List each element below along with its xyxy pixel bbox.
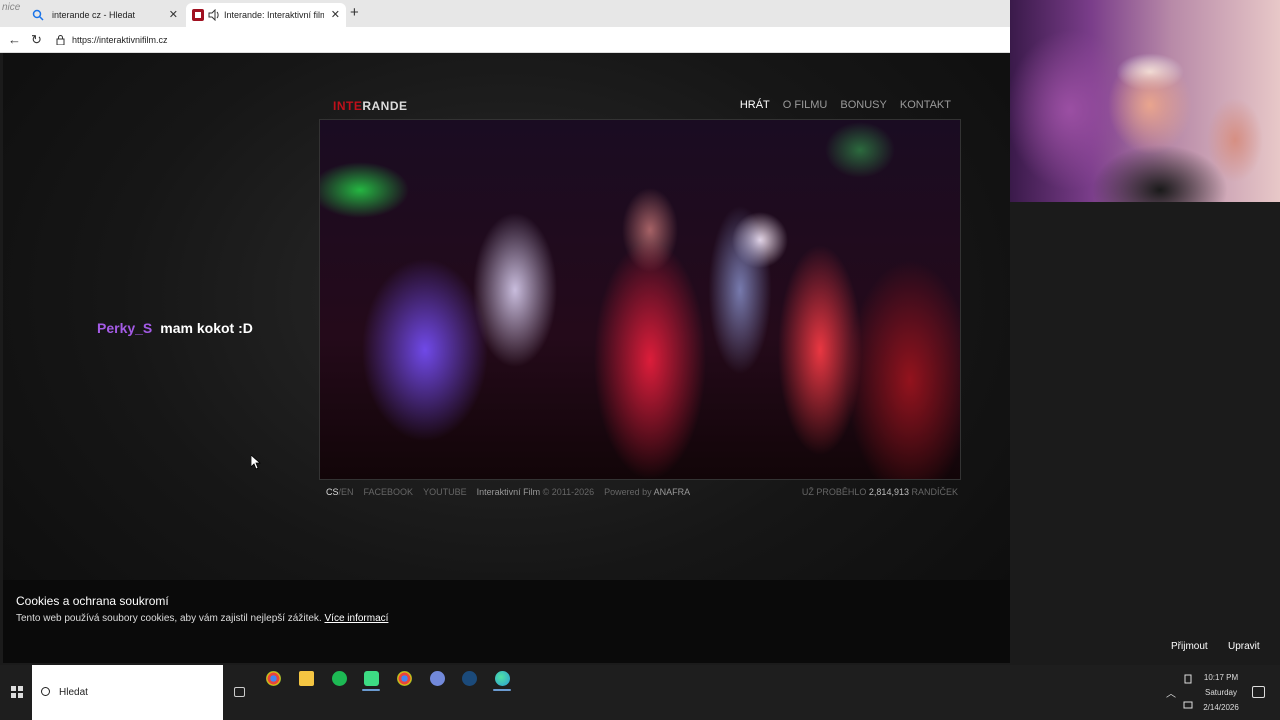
webcam-overlay <box>1010 0 1280 202</box>
dates-prefix: UŽ PROBĚHLO <box>801 487 867 497</box>
tab-title: interande cz - Hledat <box>52 10 136 20</box>
lang-en-link[interactable]: EN <box>341 487 354 497</box>
lock-icon <box>56 35 65 45</box>
taskbar-search-placeholder: Hledat <box>59 687 88 698</box>
clock-day: Saturday <box>1204 688 1238 697</box>
running-indicator <box>362 689 380 691</box>
copyright: Interaktivní Film © 2011-2026 <box>477 487 595 497</box>
powered-by: Powered by ANAFRA <box>604 487 690 497</box>
taskbar-search[interactable]: Hledat <box>32 665 223 720</box>
tab-title: Interande: Interaktivní film, co <box>224 10 324 20</box>
logo-red-part: INTE <box>333 99 363 113</box>
stream-chat-message: Perky_S mam kokot :D <box>97 320 253 336</box>
file-explorer-icon[interactable] <box>299 671 314 686</box>
active-app-indicator <box>493 689 511 691</box>
new-tab-button[interactable]: + <box>350 4 359 21</box>
task-view-icon[interactable] <box>234 687 245 697</box>
cookie-text-wrap: Tento web používá soubory cookies, aby v… <box>16 613 388 624</box>
lang-cs-link[interactable]: CS <box>326 487 339 497</box>
edge-icon[interactable] <box>495 671 510 686</box>
search-icon <box>41 687 50 696</box>
menu-item-kontakt[interactable]: KONTAKT <box>900 99 951 111</box>
close-tab-icon[interactable]: ✕ <box>331 8 340 21</box>
android-studio-icon[interactable] <box>364 671 379 686</box>
video-player[interactable] <box>319 119 961 480</box>
search-icon <box>32 9 44 21</box>
clock-date: 2/14/2026 <box>1203 703 1239 712</box>
chat-text: mam kokot :D <box>160 320 253 336</box>
language-switch: CS/EN <box>326 487 354 497</box>
clock-time[interactable]: 10:17 PM <box>1198 673 1244 682</box>
menu-item-hrat[interactable]: HRÁT <box>740 99 770 111</box>
youtube-link[interactable]: YOUTUBE <box>423 487 467 497</box>
brand-name: Interaktivní Film <box>476 487 541 497</box>
menu-item-o-filmu[interactable]: O FILMU <box>783 99 828 111</box>
dates-count: 2,814,913 <box>868 487 909 497</box>
address-bar[interactable]: https://interaktivnifilm.cz <box>52 30 1010 50</box>
screen: nice interande cz - Hledat ✕ Interande: … <box>0 0 1280 720</box>
speaker-icon[interactable] <box>208 9 220 21</box>
site-favicon-icon <box>192 9 204 21</box>
back-button[interactable]: ← <box>8 32 21 47</box>
discord-icon[interactable] <box>430 671 445 686</box>
web-page: INTERANDE HRÁT O FILMU BONUSY KONTAKT CS… <box>3 53 1010 663</box>
dates-counter: UŽ PROBĚHLO 2,814,913 RANDÍČEK <box>802 487 958 497</box>
facebook-link[interactable]: FACEBOOK <box>364 487 414 497</box>
cookie-title: Cookies a ochrana soukromí <box>16 594 169 608</box>
browser-tab-bar: nice interande cz - Hledat ✕ Interande: … <box>0 0 1010 27</box>
browser-toolbar: ← ↻ https://interaktivnifilm.cz <box>0 27 1010 53</box>
reload-button[interactable]: ↻ <box>31 32 42 48</box>
url-text: https://interaktivnifilm.cz <box>72 35 168 45</box>
chevron-up-icon[interactable]: ︿ <box>1166 685 1176 700</box>
menu-item-bonusy[interactable]: BONUSY <box>840 99 886 111</box>
cookie-banner: Cookies a ochrana soukromí Tento web pou… <box>3 580 1010 663</box>
cookie-edit-button[interactable]: Upravit <box>1228 641 1260 652</box>
notification-icon[interactable] <box>1252 686 1265 698</box>
chat-username: Perky_S <box>97 320 153 336</box>
windows-start-icon[interactable] <box>11 686 23 698</box>
windows-taskbar: Hledat <box>0 665 1280 720</box>
cookie-text: Tento web používá soubory cookies, aby v… <box>16 613 322 624</box>
powered-by-label: Powered by <box>604 487 652 497</box>
cookie-accept-button[interactable]: Přijmout <box>1171 641 1208 652</box>
battery-icon[interactable] <box>1184 674 1192 684</box>
anafra-link[interactable]: ANAFRA <box>654 487 691 497</box>
site-logo[interactable]: INTERANDE <box>333 99 408 113</box>
steam-icon[interactable] <box>462 671 477 686</box>
spotify-icon[interactable] <box>332 671 347 686</box>
site-menu: HRÁT O FILMU BONUSY KONTAKT <box>740 99 951 111</box>
copyright-years: © 2011-2026 <box>542 487 595 497</box>
tab-search[interactable]: interande cz - Hledat ✕ <box>20 3 184 27</box>
logo-white-part: RANDE <box>362 99 408 113</box>
chrome-alt-icon[interactable] <box>397 671 412 686</box>
network-icon[interactable] <box>1183 700 1193 710</box>
chrome-icon[interactable] <box>266 671 281 686</box>
close-tab-icon[interactable]: ✕ <box>169 8 178 21</box>
dates-suffix: RANDÍČEK <box>911 487 958 497</box>
overlay-logo: nice <box>2 2 21 13</box>
mouse-cursor-icon <box>251 455 261 470</box>
more-info-link[interactable]: Více informací <box>325 613 389 624</box>
tab-interande[interactable]: Interande: Interaktivní film, co ✕ <box>186 3 346 27</box>
